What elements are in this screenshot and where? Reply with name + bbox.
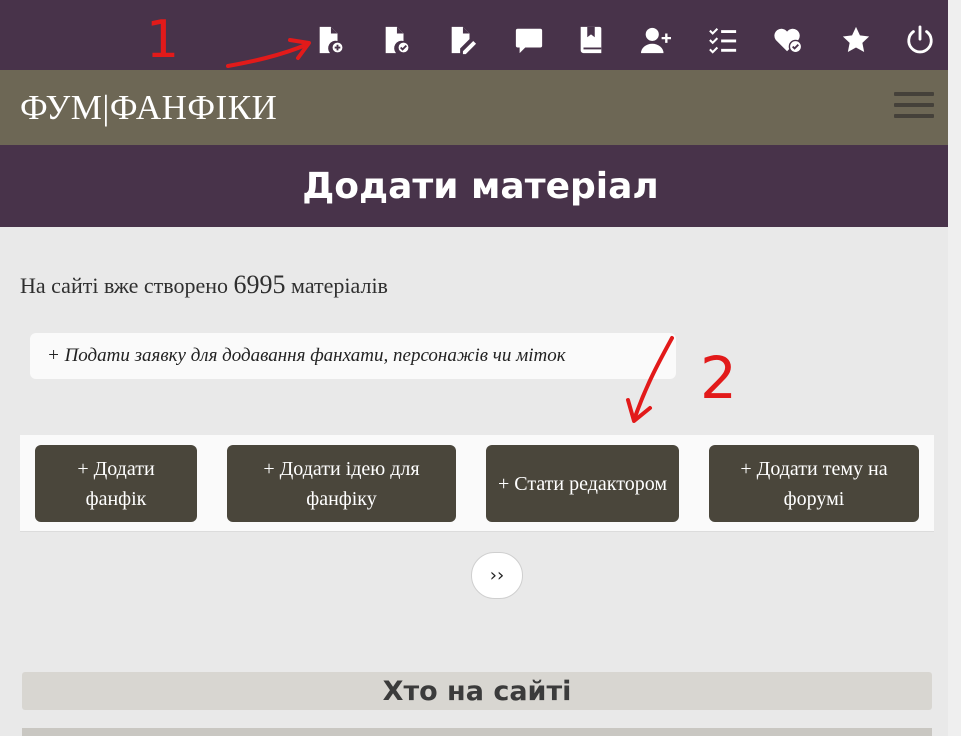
checklist-icon[interactable] — [707, 24, 739, 56]
hamburger-menu-icon[interactable] — [894, 92, 934, 118]
site-logo[interactable]: ФУМ|ФАНФІКИ — [20, 88, 277, 128]
user-add-icon[interactable] — [640, 24, 672, 56]
brand-bar: ФУМ|ФАНФІКИ — [0, 70, 961, 145]
bookmark-book-icon[interactable] — [575, 24, 607, 56]
annotation-mark-2: 2 — [700, 344, 737, 412]
star-icon[interactable] — [840, 24, 872, 56]
who-online-panel — [22, 728, 932, 736]
count-suffix: матеріалів — [291, 273, 388, 298]
action-buttons-row: + Додати фанфік + Додати ідею для фанфік… — [20, 435, 934, 532]
count-prefix: На сайті вже створено — [20, 273, 229, 298]
file-check-icon[interactable] — [380, 24, 412, 56]
add-forum-topic-button[interactable]: + Додати тему на форумі — [709, 445, 919, 522]
page-title-bar: Додати матеріал — [0, 145, 961, 227]
file-edit-icon[interactable] — [446, 24, 478, 56]
who-online-heading: Хто на сайті — [22, 672, 932, 710]
add-fanfic-button[interactable]: + Додати фанфік — [35, 445, 197, 522]
power-icon[interactable] — [904, 24, 936, 56]
comment-icon[interactable] — [513, 24, 545, 56]
page-title: Додати матеріал — [302, 165, 659, 207]
add-fanfic-idea-button[interactable]: + Додати ідею для фанфіку — [227, 445, 456, 522]
file-add-icon[interactable] — [314, 24, 346, 56]
scrollbar-track[interactable] — [948, 0, 961, 736]
next-page-button[interactable]: ›› — [471, 552, 523, 599]
become-editor-button[interactable]: + Стати редактором — [486, 445, 679, 522]
heart-check-icon[interactable] — [772, 24, 804, 56]
request-fandom-link[interactable]: + Подати заявку для додавання фанхати, п… — [30, 333, 676, 379]
top-toolbar — [0, 0, 961, 70]
materials-count: На сайті вже створено 6995 матеріалів — [20, 270, 388, 300]
count-value: 6995 — [233, 270, 286, 299]
